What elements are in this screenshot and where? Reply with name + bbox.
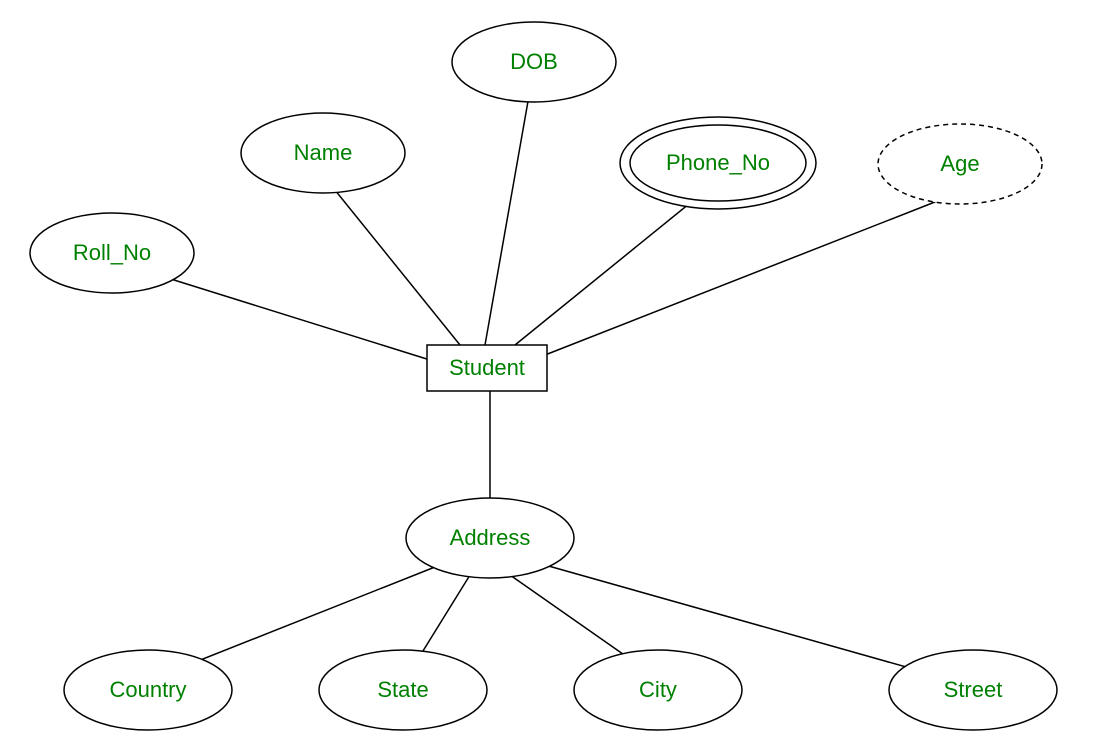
attr-name-label: Name [294,140,353,165]
edge-student-name [322,174,460,345]
entity-student: Student [427,345,547,391]
attr-age-label: Age [940,151,979,176]
attr-street-label: Street [944,677,1003,702]
attr-street: Street [889,650,1057,730]
attr-roll-no: Roll_No [30,213,194,293]
attr-state: State [319,650,487,730]
attr-roll-no-label: Roll_No [73,240,151,265]
attr-country-label: Country [109,677,186,702]
attr-country: Country [64,650,232,730]
edge-student-dob [485,90,530,345]
attr-phone-no: Phone_No [620,117,816,209]
attr-address: Address [406,498,574,578]
attr-state-label: State [377,677,428,702]
er-diagram: Student Roll_No Name DOB Phone_No Age Ad… [0,0,1112,753]
attr-city: City [574,650,742,730]
attr-city-label: City [639,677,677,702]
attr-phone-no-label: Phone_No [666,150,770,175]
edge-student-age [545,200,940,355]
attr-dob: DOB [452,22,616,102]
attr-dob-label: DOB [510,49,558,74]
attr-address-label: Address [450,525,531,550]
attr-age: Age [878,124,1042,204]
entity-student-label: Student [449,355,525,380]
edge-student-phoneno [515,195,700,345]
attr-name: Name [241,113,405,193]
